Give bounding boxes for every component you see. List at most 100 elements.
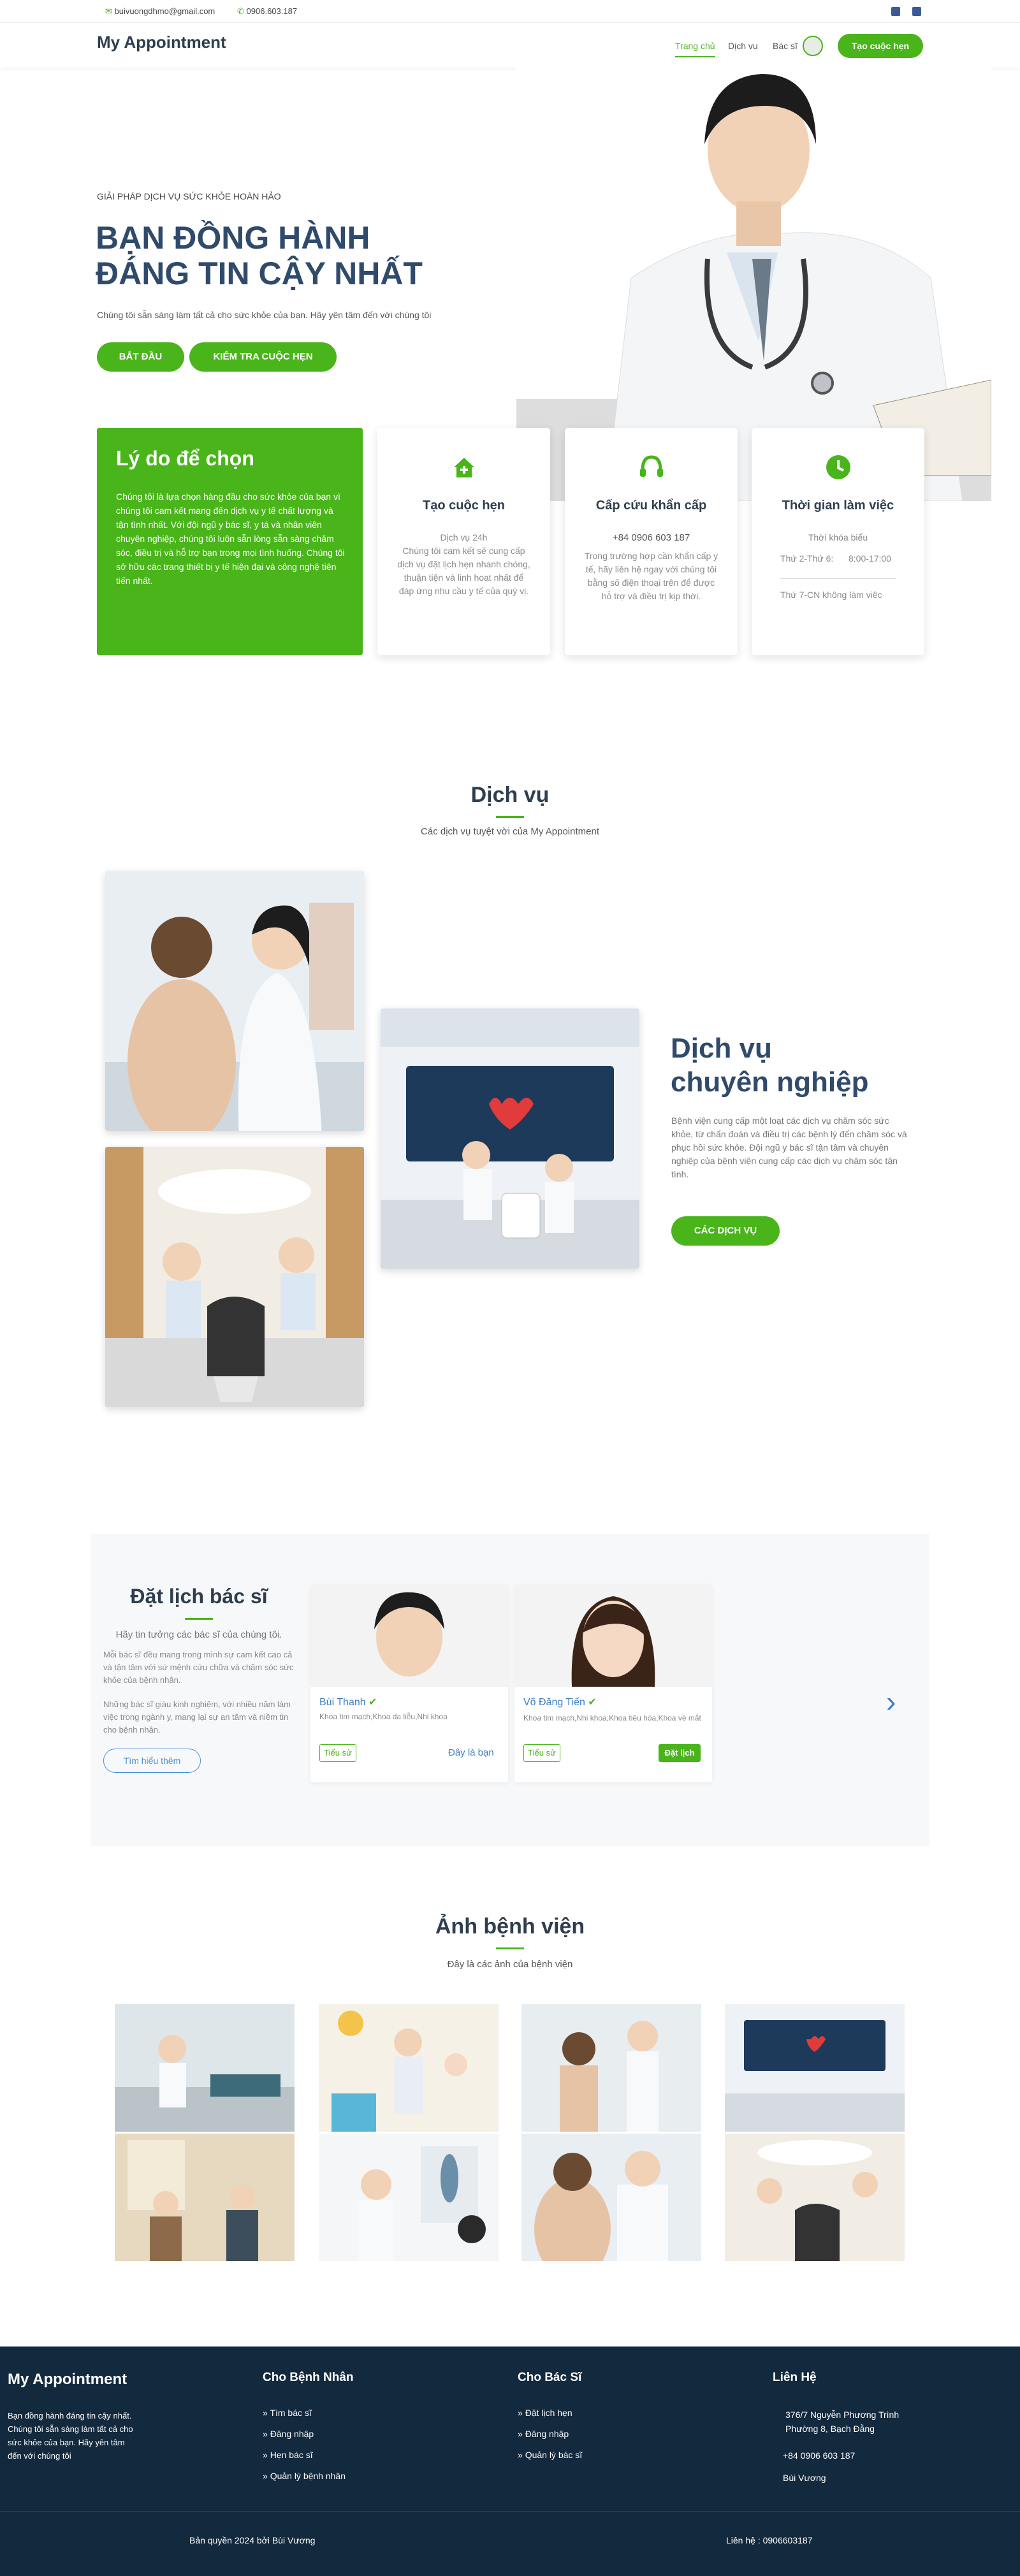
gallery-image[interactable] xyxy=(115,2004,295,2132)
profile-button[interactable]: Tiểu sử xyxy=(319,1744,356,1762)
service-image-dermatology xyxy=(105,871,364,1131)
nav-home[interactable]: Trang chủ xyxy=(675,41,715,57)
check-appointment-button[interactable]: KIỂM TRA CUỘC HẸN xyxy=(189,342,337,372)
phone-info[interactable]: ✆ 0906.603.187 xyxy=(237,6,297,17)
gallery-subtitle: Đây là các ảnh của bệnh viện xyxy=(447,1959,573,1970)
footer-link[interactable]: » Đăng nhập xyxy=(263,2429,346,2439)
gallery-image[interactable] xyxy=(521,2134,701,2280)
footer-address: 376/7 Nguyễn Phương Trình Phường 8, Bạch… xyxy=(785,2410,900,2434)
verified-icon: ✔ xyxy=(368,1697,377,1708)
appointment-card: Tạo cuộc hẹn Dịch vụ 24h Chúng tôi cam k… xyxy=(377,428,550,655)
card-body: Trong trường hợp cần khẩn cấp y tế, hãy … xyxy=(584,551,718,601)
why-title: Lý do để chọn xyxy=(116,447,254,470)
gallery-image[interactable] xyxy=(521,2004,701,2132)
navbar: My Appointment Trang chủ Dịch vụ Bác sĩ … xyxy=(0,23,1020,68)
doctor-specialties: Khoa tim mạch,Nhi khoa,Khoa tiêu hóa,Kho… xyxy=(523,1714,701,1722)
doctors-section: Đặt lịch bác sĩ Hãy tin tưởng các bác sĩ… xyxy=(91,1534,929,1846)
divider xyxy=(780,578,896,579)
card-phone[interactable]: +84 0906 603 187 xyxy=(565,531,738,544)
footer-phone[interactable]: +84 0906 603 187 xyxy=(783,2450,855,2461)
footer-link[interactable]: » Đặt lịch hẹn xyxy=(518,2408,582,2418)
book-button[interactable]: Đặt lịch xyxy=(659,1744,701,1762)
card-title: Tạo cuộc hẹn xyxy=(423,498,505,513)
doctor-specialties: Khoa tim mạch,Khoa da liễu,Nhi khoa xyxy=(319,1712,448,1721)
card-sub: Dịch vụ 24h xyxy=(440,532,488,542)
copyright: Bản quyền 2024 bởi Bùi Vương xyxy=(189,2535,316,2545)
hours-label: Thứ 2-Thứ 6: xyxy=(780,553,834,564)
footer-link[interactable]: » Quản lý bệnh nhân xyxy=(263,2471,346,2481)
top-bar: ✉ buivuongdhmo@gmail.com ✆ 0906.603.187 xyxy=(0,0,1020,23)
services-heading: Dịch vụ chuyên nghiệp xyxy=(671,1033,869,1098)
services-button[interactable]: CÁC DỊCH VỤ xyxy=(671,1216,780,1246)
gallery-title: Ảnh bệnh viện xyxy=(435,1914,585,1939)
doctor-name[interactable]: Bùi Thanh ✔ xyxy=(319,1696,377,1708)
phone-icon: ✆ xyxy=(237,6,244,16)
footer-about: Bạn đồng hành đáng tin cậy nhất. Chúng t… xyxy=(8,2411,133,2461)
clock-icon xyxy=(826,455,850,479)
doctor-photo xyxy=(310,1585,508,1687)
footer-doctors-title: Cho Bác Sĩ xyxy=(518,2371,582,2384)
doctors-title: Đặt lịch bác sĩ xyxy=(130,1585,268,1608)
profile-button[interactable]: Tiểu sử xyxy=(523,1744,560,1762)
service-image-cardiology xyxy=(381,1008,639,1269)
learn-more-button[interactable]: Tìm hiểu thêm xyxy=(103,1749,201,1773)
footer-link[interactable]: » Hẹn bác sĩ xyxy=(263,2450,346,2460)
why-body: Chúng tôi là lựa chọn hàng đầu cho sức k… xyxy=(116,491,345,586)
mail-icon: ✉ xyxy=(105,6,112,16)
service-image-dental xyxy=(105,1147,364,1407)
title-underline xyxy=(496,816,524,818)
footer-contact-title: Liên Hệ xyxy=(773,2371,817,2384)
hero-subtitle: Chúng tôi sẵn sàng làm tất cả cho sức kh… xyxy=(97,310,432,320)
footer-contact-line: Liên hệ : 0906603187 xyxy=(726,2535,813,2545)
services-body: Bệnh viện cung cấp một loạt các dịch vụ … xyxy=(671,1116,907,1179)
footer-patients-links: » Tìm bác sĩ » Đăng nhập » Hẹn bác sĩ » … xyxy=(263,2408,346,2492)
facebook-icon[interactable] xyxy=(891,7,900,16)
verified-icon: ✔ xyxy=(588,1697,597,1708)
headset-icon xyxy=(639,455,663,477)
nav-services[interactable]: Dịch vụ xyxy=(728,41,758,51)
footer: My Appointment Bạn đồng hành đáng tin cậ… xyxy=(0,2347,1020,2576)
create-appointment-button[interactable]: Tạo cuộc hẹn xyxy=(838,34,923,58)
carousel-next-icon[interactable]: › xyxy=(886,1687,896,1716)
footer-patients-title: Cho Bệnh Nhân xyxy=(263,2371,354,2384)
doctor-card: Bùi Thanh ✔ Khoa tim mạch,Khoa da liễu,N… xyxy=(310,1585,508,1782)
emergency-card: Cấp cứu khẩn cấp +84 0906 603 187 Trong … xyxy=(565,428,738,655)
closed-days: Thứ 7-CN không làm việc xyxy=(780,590,882,600)
doctors-p1: Mỗi bác sĩ đều mang trong mình sự cam kế… xyxy=(103,1650,294,1685)
why-choose-box: Lý do để chọn Chúng tôi là lựa chọn hàng… xyxy=(97,428,363,655)
card-title: Thời gian làm việc xyxy=(782,498,894,513)
gallery-image[interactable] xyxy=(725,2134,905,2261)
title-underline xyxy=(496,1947,524,1949)
this-is-you-link[interactable]: Đây là bạn xyxy=(448,1747,494,1758)
card-body: Chúng tôi cam kết sẽ cung cấp dịch vụ đặ… xyxy=(397,546,530,596)
brand-logo[interactable]: My Appointment xyxy=(97,33,226,52)
nav-doctors[interactable]: Bác sĩ xyxy=(773,41,798,51)
doctor-photo xyxy=(514,1585,712,1687)
doctor-card: Võ Đăng Tiến ✔ Khoa tim mạch,Nhi khoa,Kh… xyxy=(514,1585,712,1782)
title-underline xyxy=(185,1618,213,1620)
footer-link[interactable]: » Đăng nhập xyxy=(518,2429,582,2439)
services-subtitle: Các dịch vụ tuyệt vời của My Appointment xyxy=(421,826,599,837)
email-info[interactable]: ✉ buivuongdhmo@gmail.com xyxy=(105,6,215,17)
social-icon[interactable] xyxy=(912,7,921,16)
doctors-p2: Những bác sĩ giàu kinh nghiệm, với nhiều… xyxy=(103,1699,291,1735)
hero-title: BẠN ĐỒNG HÀNH ĐÁNG TIN CẬY NHẤT xyxy=(96,220,423,291)
footer-link[interactable]: » Tìm bác sĩ xyxy=(263,2408,346,2418)
gallery-image[interactable] xyxy=(319,2134,499,2261)
card-sub: Thời khóa biểu xyxy=(808,532,868,542)
gallery-image[interactable] xyxy=(115,2134,295,2261)
footer-link[interactable]: » Quản lý bác sĩ xyxy=(518,2450,582,2460)
services-title: Dịch vụ xyxy=(470,783,550,807)
user-avatar[interactable] xyxy=(803,36,823,56)
hours-card: Thời gian làm việc Thời khóa biểu Thứ 2-… xyxy=(752,428,924,655)
gallery-image[interactable] xyxy=(725,2004,905,2132)
home-plus-icon xyxy=(453,458,474,477)
card-title: Cấp cứu khẩn cấp xyxy=(595,498,707,513)
footer-name: Bùi Vương xyxy=(783,2473,826,2483)
footer-divider xyxy=(0,2511,1020,2512)
footer-brand: My Appointment xyxy=(8,2371,127,2388)
doctor-name[interactable]: Võ Đăng Tiến ✔ xyxy=(523,1696,597,1708)
gallery-image[interactable] xyxy=(319,2004,499,2132)
start-button[interactable]: BẮT ĐẦU xyxy=(97,342,184,372)
footer-doctors-links: » Đặt lịch hẹn » Đăng nhập » Quản lý bác… xyxy=(518,2408,582,2471)
